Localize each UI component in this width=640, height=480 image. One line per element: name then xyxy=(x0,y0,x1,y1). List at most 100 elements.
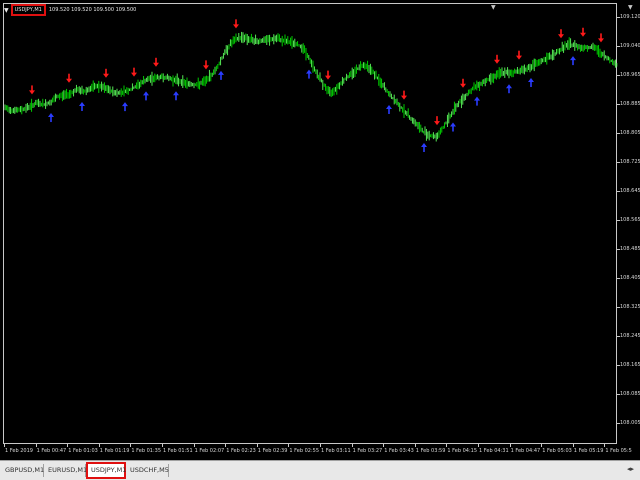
tab-scroll-icon[interactable]: ◂▸ xyxy=(627,465,634,473)
price-label: 108.085 xyxy=(620,391,640,397)
buy-arrow-icon xyxy=(386,104,392,114)
time-tick xyxy=(4,444,5,447)
time-tick xyxy=(509,444,511,447)
price-label: 109.120 xyxy=(620,14,640,20)
sell-arrow-icon xyxy=(401,90,407,100)
sell-arrow-icon xyxy=(66,73,72,83)
time-label: 1 Feb 04:15 xyxy=(447,448,478,454)
buy-arrow-icon xyxy=(570,56,576,66)
time-label: 1 Feb 02:55 xyxy=(289,448,320,454)
time-tick xyxy=(256,444,258,447)
time-tick xyxy=(383,444,385,447)
price-label: 108.405 xyxy=(620,275,640,281)
buy-arrow-icon xyxy=(48,113,54,123)
time-tick xyxy=(446,444,448,447)
price-label: 108.245 xyxy=(620,333,640,339)
price-label: 108.965 xyxy=(620,72,640,78)
quote-values: 109.520 109.520 109.500 109.500 xyxy=(48,7,137,13)
time-tick xyxy=(193,444,195,447)
price-label: 108.485 xyxy=(620,246,640,252)
time-label: 1 Feb 05:5 xyxy=(605,448,632,454)
sell-arrow-icon xyxy=(203,60,209,70)
time-label: 1 Feb 01:03 xyxy=(68,448,98,454)
time-label: 1 Feb 05:19 xyxy=(573,448,604,454)
price-label: 108.165 xyxy=(620,362,640,368)
time-label: 1 Feb 2019 xyxy=(5,448,33,454)
sell-arrow-icon xyxy=(516,50,522,60)
sell-arrow-icon xyxy=(558,29,564,39)
tab-usdjpy[interactable]: USDJPY,M1 xyxy=(86,462,126,479)
time-tick xyxy=(604,444,606,447)
buy-arrow-icon xyxy=(450,122,456,132)
buy-arrow-icon xyxy=(474,96,480,106)
buy-arrow-icon xyxy=(421,143,427,153)
time-label: 1 Feb 04:31 xyxy=(479,448,509,454)
sell-arrow-icon xyxy=(325,70,331,80)
time-tick xyxy=(98,444,100,447)
sell-arrow-icon xyxy=(460,78,466,88)
sell-arrow-icon xyxy=(103,68,109,78)
chart-window[interactable]: ▼ USDJPY,M1 109.520 109.520 109.500 109.… xyxy=(0,0,640,460)
buy-arrow-icon xyxy=(306,69,312,79)
sell-arrow-icon xyxy=(233,19,239,29)
sell-arrow-icon xyxy=(29,85,35,95)
time-label: 1 Feb 00:47 xyxy=(36,448,67,454)
buy-arrow-icon xyxy=(506,84,512,94)
time-tick xyxy=(414,444,416,447)
time-tick xyxy=(162,444,163,447)
price-label: 108.005 xyxy=(620,420,640,426)
buy-arrow-icon xyxy=(122,102,128,112)
time-tick xyxy=(225,444,227,447)
chart-shift-icon[interactable]: ▼ xyxy=(491,4,496,11)
price-axis[interactable]: 109.120 109.040 108.965 108.885 108.805 108.7… xyxy=(617,3,640,444)
sell-arrow-icon xyxy=(153,57,159,67)
buy-arrow-icon xyxy=(218,70,224,80)
sell-arrow-icon xyxy=(598,33,604,43)
chart-header: ▼ USDJPY,M1 109.520 109.520 109.500 109.… xyxy=(4,4,136,16)
price-label: 108.805 xyxy=(620,130,640,136)
time-tick xyxy=(320,444,321,447)
buy-arrow-icon xyxy=(528,77,534,87)
time-tick xyxy=(351,444,353,447)
tab-gbpusd[interactable]: GBPUSD,M1 xyxy=(2,464,44,477)
price-chart[interactable] xyxy=(4,4,618,445)
sell-arrow-icon xyxy=(494,54,500,64)
price-label: 108.565 xyxy=(620,217,640,223)
time-label: 1 Feb 01:51 xyxy=(163,448,193,454)
tab-usdchf[interactable]: USDCHF,M5 xyxy=(127,464,169,477)
buy-arrow-icon xyxy=(173,91,179,101)
price-label: 109.040 xyxy=(620,43,640,49)
dropdown-triangle-icon[interactable]: ▼ xyxy=(4,7,9,14)
tab-eurusd[interactable]: EURUSD,M1 xyxy=(45,464,87,477)
time-axis[interactable]: 1 Feb 2019 1 Feb 00:47 1 Feb 01:03 1 Feb 01… xyxy=(3,444,632,460)
price-label: 108.325 xyxy=(620,304,640,310)
time-tick xyxy=(288,444,290,447)
chart-symbol: USDJPY,M1 xyxy=(10,4,46,16)
time-label: 1 Feb 03:27 xyxy=(352,448,383,454)
time-label: 1 Feb 05:03 xyxy=(542,448,572,454)
price-label: 108.645 xyxy=(620,188,640,194)
time-label: 1 Feb 01:19 xyxy=(99,448,130,454)
time-tick xyxy=(67,444,69,447)
time-label: 1 Feb 01:35 xyxy=(131,448,162,454)
sell-arrow-icon xyxy=(131,67,137,77)
time-label: 1 Feb 03:59 xyxy=(415,448,446,454)
plot-area[interactable] xyxy=(3,3,618,445)
sell-arrow-icon xyxy=(580,27,586,37)
time-tick xyxy=(541,444,543,447)
time-label: 1 Feb 03:43 xyxy=(384,448,414,454)
time-label: 1 Feb 02:39 xyxy=(257,448,288,454)
time-tick xyxy=(478,444,479,447)
time-tick xyxy=(130,444,132,447)
time-label: 1 Feb 03:11 xyxy=(321,448,351,454)
time-tick xyxy=(35,444,37,447)
chart-tab-bar: GBPUSD,M1 EURUSD,M1 USDJPY,M1 USDCHF,M5 … xyxy=(0,460,640,480)
buy-arrow-icon xyxy=(79,101,85,111)
time-label: 1 Feb 02:23 xyxy=(226,448,256,454)
sell-arrow-icon xyxy=(434,116,440,126)
time-tick xyxy=(572,444,574,447)
time-label: 1 Feb 02:07 xyxy=(194,448,225,454)
price-label: 108.885 xyxy=(620,101,640,107)
price-label: 108.725 xyxy=(620,159,640,165)
buy-arrow-icon xyxy=(143,91,149,101)
